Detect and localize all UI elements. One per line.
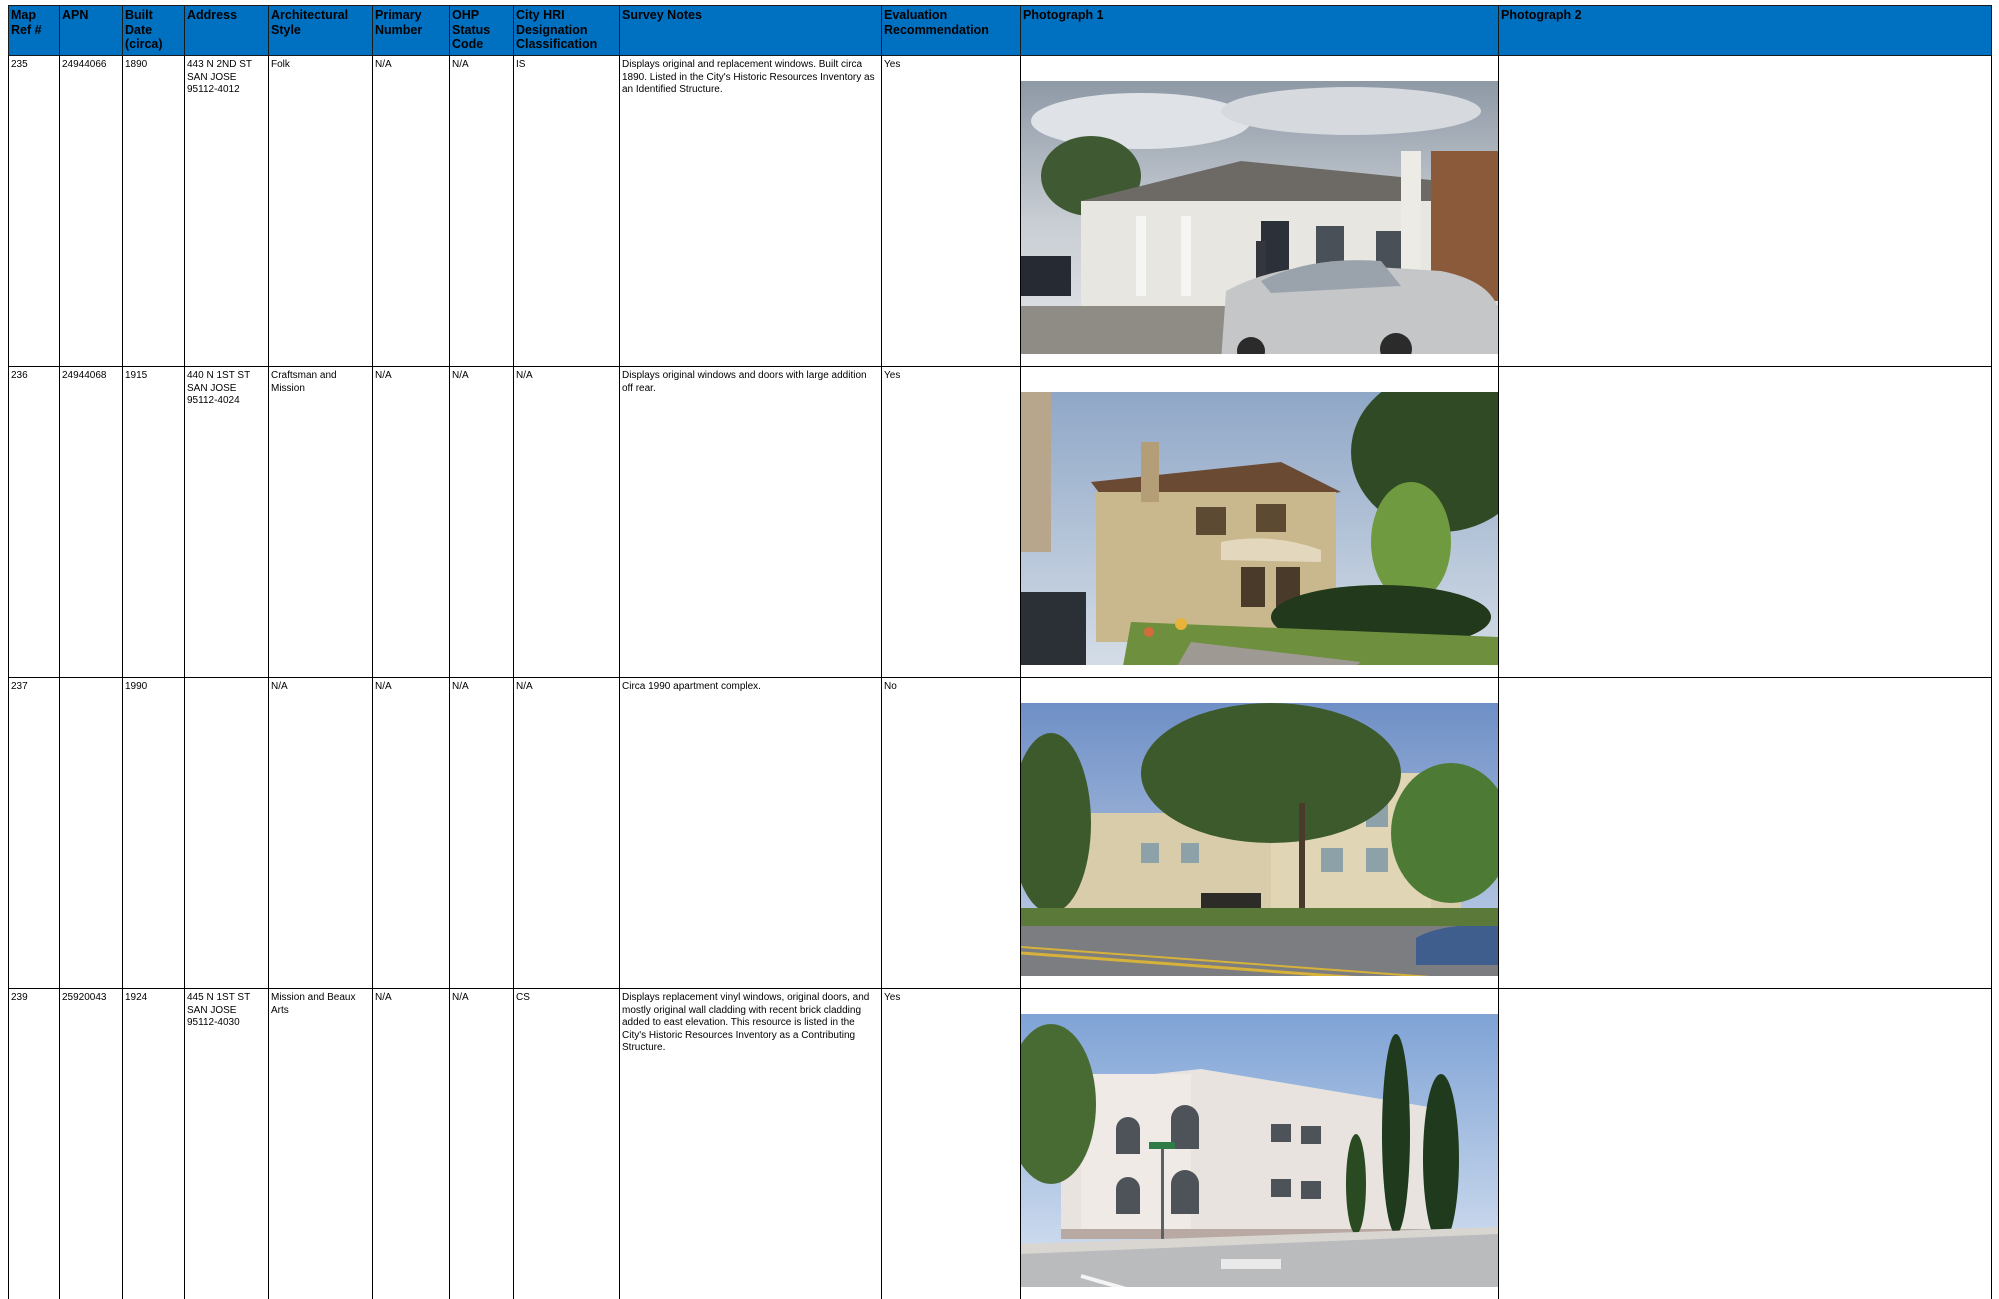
cell-hri[interactable]: N/A bbox=[514, 678, 620, 989]
cell-architectural-style[interactable]: Mission and Beaux Arts bbox=[269, 989, 373, 1299]
cell-built-date[interactable]: 1915 bbox=[123, 367, 185, 678]
house-photo bbox=[1021, 380, 1499, 665]
folk-house-photo-image bbox=[1021, 81, 1499, 354]
header-evaluation: Evaluation Recommendation bbox=[882, 6, 1021, 56]
cell-address[interactable]: 440 N 1ST ST SAN JOSE 95112-4024 bbox=[185, 367, 269, 678]
cell-photograph-2[interactable] bbox=[1499, 56, 1992, 367]
cell-apn[interactable] bbox=[60, 678, 123, 989]
cell-map-ref[interactable]: 235 bbox=[9, 56, 60, 367]
cell-evaluation[interactable]: Yes bbox=[882, 56, 1021, 367]
cell-hri[interactable]: N/A bbox=[514, 367, 620, 678]
survey-sheet: Map Ref # APN Built Date (circa) Address… bbox=[8, 5, 1991, 1204]
survey-table: Map Ref # APN Built Date (circa) Address… bbox=[8, 5, 1992, 1299]
table-row: 236 24944068 1915 440 N 1ST ST SAN JOSE … bbox=[9, 367, 1992, 678]
cell-apn[interactable]: 24944066 bbox=[60, 56, 123, 367]
cell-evaluation[interactable]: No bbox=[882, 678, 1021, 989]
cell-ohp-status[interactable]: N/A bbox=[450, 678, 514, 989]
cell-architectural-style[interactable]: Craftsman and Mission bbox=[269, 367, 373, 678]
header-photograph-2: Photograph 2 bbox=[1499, 6, 1992, 56]
table-row: 235 24944066 1890 443 N 2ND ST SAN JOSE … bbox=[9, 56, 1992, 367]
cell-photograph-1[interactable] bbox=[1021, 678, 1499, 989]
cell-address[interactable]: 443 N 2ND ST SAN JOSE 95112-4012 bbox=[185, 56, 269, 367]
house-photo bbox=[1021, 69, 1499, 354]
cell-ohp-status[interactable]: N/A bbox=[450, 989, 514, 1299]
building-photo bbox=[1021, 691, 1499, 976]
cell-apn[interactable]: 25920043 bbox=[60, 989, 123, 1299]
table-row: 237 1990 N/A N/A N/A N/A Circa 1990 apar… bbox=[9, 678, 1992, 989]
cell-built-date[interactable]: 1890 bbox=[123, 56, 185, 367]
cell-ohp-status[interactable]: N/A bbox=[450, 367, 514, 678]
cell-primary-number[interactable]: N/A bbox=[373, 367, 450, 678]
cell-architectural-style[interactable]: Folk bbox=[269, 56, 373, 367]
building-photo bbox=[1021, 1002, 1499, 1287]
cell-survey-notes[interactable]: Displays original windows and doors with… bbox=[620, 367, 882, 678]
header-built-date: Built Date (circa) bbox=[123, 6, 185, 56]
header-apn: APN bbox=[60, 6, 123, 56]
cell-evaluation[interactable]: Yes bbox=[882, 989, 1021, 1299]
mission-building-photo-image bbox=[1021, 1014, 1499, 1287]
cell-photograph-1[interactable] bbox=[1021, 989, 1499, 1299]
cell-map-ref[interactable]: 237 bbox=[9, 678, 60, 989]
table-row: 239 25920043 1924 445 N 1ST ST SAN JOSE … bbox=[9, 989, 1992, 1299]
cell-primary-number[interactable]: N/A bbox=[373, 989, 450, 1299]
cell-primary-number[interactable]: N/A bbox=[373, 678, 450, 989]
header-primary-number: Primary Number bbox=[373, 6, 450, 56]
cell-ohp-status[interactable]: N/A bbox=[450, 56, 514, 367]
cell-photograph-1[interactable] bbox=[1021, 367, 1499, 678]
header-row: Map Ref # APN Built Date (circa) Address… bbox=[9, 6, 1992, 56]
cell-survey-notes[interactable]: Circa 1990 apartment complex. bbox=[620, 678, 882, 989]
header-address: Address bbox=[185, 6, 269, 56]
cell-survey-notes[interactable]: Displays original and replacement window… bbox=[620, 56, 882, 367]
cell-built-date[interactable]: 1990 bbox=[123, 678, 185, 989]
cell-address[interactable] bbox=[185, 678, 269, 989]
craftsman-house-photo-image bbox=[1021, 392, 1499, 665]
cell-evaluation[interactable]: Yes bbox=[882, 367, 1021, 678]
header-ohp-status-code: OHP Status Code bbox=[450, 6, 514, 56]
cell-photograph-1[interactable] bbox=[1021, 56, 1499, 367]
cell-apn[interactable]: 24944068 bbox=[60, 367, 123, 678]
cell-address[interactable]: 445 N 1ST ST SAN JOSE 95112-4030 bbox=[185, 989, 269, 1299]
cell-hri[interactable]: IS bbox=[514, 56, 620, 367]
apartment-complex-photo-image bbox=[1021, 703, 1499, 976]
header-survey-notes: Survey Notes bbox=[620, 6, 882, 56]
cell-map-ref[interactable]: 236 bbox=[9, 367, 60, 678]
header-map-ref: Map Ref # bbox=[9, 6, 60, 56]
cell-primary-number[interactable]: N/A bbox=[373, 56, 450, 367]
cell-built-date[interactable]: 1924 bbox=[123, 989, 185, 1299]
header-city-hri: City HRI Designation Classification bbox=[514, 6, 620, 56]
cell-photograph-2[interactable] bbox=[1499, 367, 1992, 678]
cell-hri[interactable]: CS bbox=[514, 989, 620, 1299]
cell-photograph-2[interactable] bbox=[1499, 989, 1992, 1299]
cell-photograph-2[interactable] bbox=[1499, 678, 1992, 989]
header-architectural-style: Architectural Style bbox=[269, 6, 373, 56]
cell-map-ref[interactable]: 239 bbox=[9, 989, 60, 1299]
cell-architectural-style[interactable]: N/A bbox=[269, 678, 373, 989]
cell-survey-notes[interactable]: Displays replacement vinyl windows, orig… bbox=[620, 989, 882, 1299]
header-photograph-1: Photograph 1 bbox=[1021, 6, 1499, 56]
